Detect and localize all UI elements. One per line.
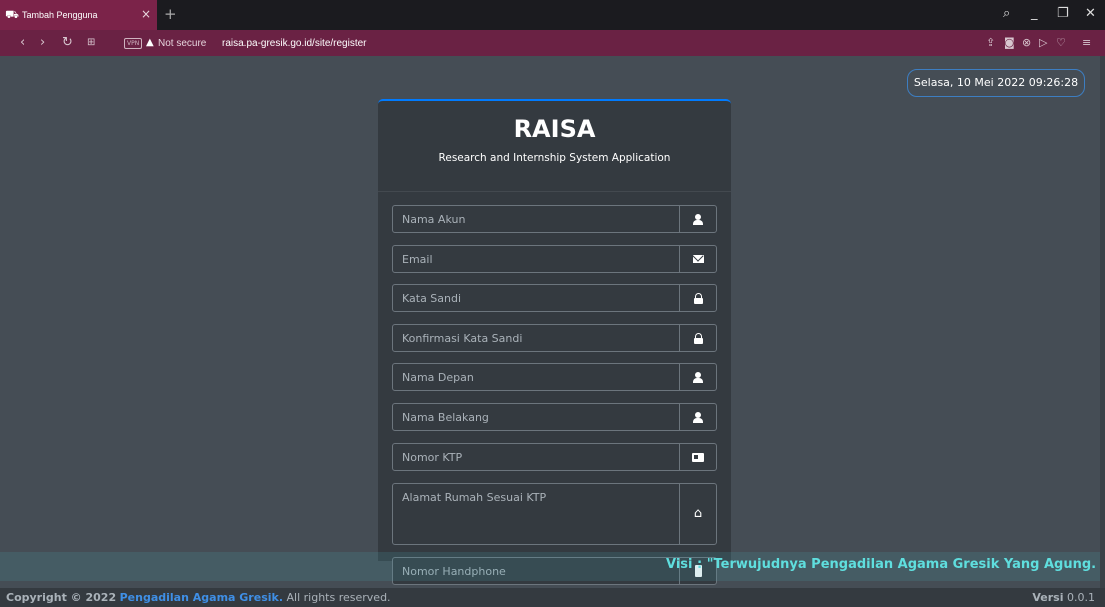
lock-icon xyxy=(693,332,703,344)
nama-akun-group xyxy=(392,205,717,233)
tab-active[interactable]: ⛟ Tambah Pengguna × xyxy=(0,0,157,30)
address-bar: ‹ › ↻ ⊞ VPN ▲ Not secure raisa.pa-gresik… xyxy=(0,30,1105,56)
nama-belakang-addon xyxy=(679,404,716,430)
nama-akun-input[interactable] xyxy=(393,206,681,232)
menu-icon[interactable]: ≡ xyxy=(1082,36,1091,50)
forward-icon[interactable]: › xyxy=(40,35,45,51)
user-icon xyxy=(693,213,703,225)
tab-close-icon[interactable]: × xyxy=(141,7,151,21)
home-icon: ⌂ xyxy=(693,506,703,521)
register-card: RAISA Research and Internship System App… xyxy=(378,99,731,585)
footer-version: Versi 0.0.1 xyxy=(1032,588,1095,607)
kata-sandi-addon xyxy=(679,285,716,311)
card-header: RAISA Research and Internship System App… xyxy=(378,101,731,192)
vision-text: Visi : "Terwujudnya Pengadilan Agama Gre… xyxy=(666,557,1105,572)
org-link[interactable]: Pengadilan Agama Gresik. xyxy=(120,591,283,604)
tab-strip: ⛟ Tambah Pengguna × + ⌕ _ ❐ ✕ xyxy=(0,0,1105,30)
vpn-badge[interactable]: VPN xyxy=(124,38,143,49)
alamat-addon: ⌂ xyxy=(679,484,716,544)
page-scrollbar[interactable] xyxy=(1100,56,1105,588)
version-number: 0.0.1 xyxy=(1067,591,1095,604)
kata-sandi-group xyxy=(392,284,717,312)
nama-akun-addon xyxy=(679,206,716,232)
minimize-icon[interactable]: _ xyxy=(1031,6,1038,22)
id-card-icon xyxy=(692,452,704,462)
vision-marquee: Visi : "Terwujudnya Pengadilan Agama Gre… xyxy=(0,552,1105,581)
konfirmasi-sandi-group xyxy=(392,324,717,352)
reload-icon[interactable]: ↻ xyxy=(62,35,73,51)
user-icon xyxy=(693,411,703,423)
rights-text: All rights reserved. xyxy=(286,591,391,604)
back-icon[interactable]: ‹ xyxy=(20,35,25,51)
nama-depan-addon xyxy=(679,364,716,390)
datetime-badge: Selasa, 10 Mei 2022 09:26:28 xyxy=(907,69,1085,97)
alamat-group: ⌂ xyxy=(392,483,717,545)
email-input[interactable] xyxy=(393,246,681,272)
envelope-icon xyxy=(692,255,704,263)
konfirmasi-sandi-addon xyxy=(679,325,716,351)
not-secure-label[interactable]: Not secure xyxy=(158,38,206,49)
nama-belakang-input[interactable] xyxy=(393,404,681,430)
share-icon[interactable]: ⇪ xyxy=(986,36,995,50)
footer-copyright: Copyright © 2022 Pengadilan Agama Gresik… xyxy=(6,588,391,607)
tab-title: Tambah Pengguna xyxy=(22,10,98,20)
nama-belakang-group xyxy=(392,403,717,431)
nomor-ktp-addon xyxy=(679,444,716,470)
warning-icon[interactable]: ▲ xyxy=(146,37,154,49)
copyright-text: Copyright © 2022 xyxy=(6,591,117,604)
brand-subtitle: Research and Internship System Applicati… xyxy=(438,152,671,164)
footer: Copyright © 2022 Pengadilan Agama Gresik… xyxy=(0,588,1105,607)
speed-dial-icon[interactable]: ⊞ xyxy=(87,35,95,51)
brand-title: RAISA xyxy=(513,115,596,143)
adblock-icon[interactable]: ⊗ xyxy=(1022,36,1031,50)
version-label: Versi xyxy=(1032,591,1064,604)
play-icon[interactable]: ▷ xyxy=(1039,36,1047,50)
window-close-icon[interactable]: ✕ xyxy=(1085,6,1096,22)
search-icon[interactable]: ⌕ xyxy=(1003,6,1010,22)
restore-icon[interactable]: ❐ xyxy=(1057,6,1069,22)
nomor-ktp-group xyxy=(392,443,717,471)
alamat-textarea[interactable] xyxy=(393,484,681,544)
nama-depan-group xyxy=(392,363,717,391)
konfirmasi-sandi-input[interactable] xyxy=(393,325,681,351)
user-icon xyxy=(693,371,703,383)
kata-sandi-input[interactable] xyxy=(393,285,681,311)
email-addon xyxy=(679,246,716,272)
nomor-ktp-input[interactable] xyxy=(393,444,681,470)
nama-depan-input[interactable] xyxy=(393,364,681,390)
lock-icon xyxy=(693,292,703,304)
favicon-icon: ⛟ xyxy=(5,8,19,21)
email-group xyxy=(392,245,717,273)
camera-icon[interactable]: ◙ xyxy=(1004,36,1015,50)
new-tab-button[interactable]: + xyxy=(164,5,177,23)
url-field[interactable]: raisa.pa-gresik.go.id/site/register xyxy=(222,38,367,49)
heart-icon[interactable]: ♡ xyxy=(1056,36,1066,50)
